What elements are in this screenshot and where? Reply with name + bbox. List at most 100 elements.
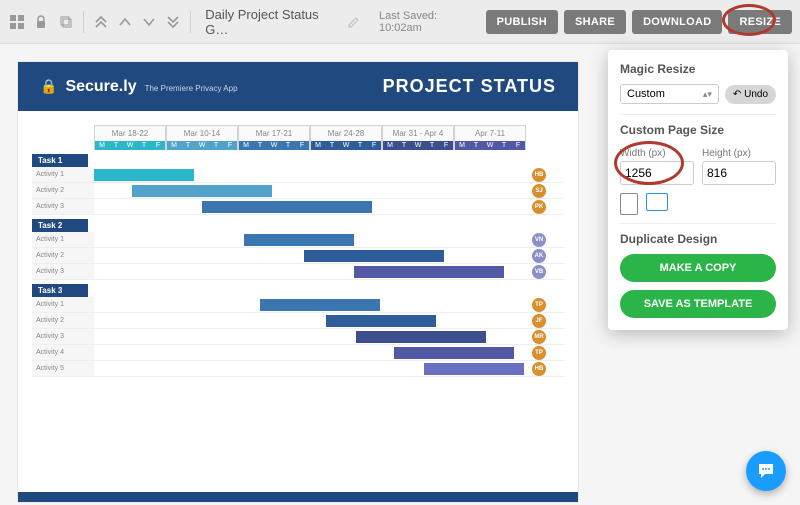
brand-lock-icon: 🔒 [40,78,57,95]
gantt-bar[interactable] [354,266,504,278]
custom-size-heading: Custom Page Size [620,123,776,137]
divider [620,223,776,224]
gantt-bar[interactable] [132,185,272,197]
activity-label: Activity 1 [32,297,94,312]
gantt-header: Mar 18-22MTWTFMar 10-14MTWTFMar 17-21MTW… [94,125,564,150]
day-label: T [325,141,339,150]
day-label: F [439,141,453,150]
orientation-portrait-icon[interactable] [620,193,638,215]
week-label: Mar 18-22 [95,126,165,141]
gantt-row: Activity 4TP [32,345,564,361]
brand-tagline: The Premiere Privacy App [145,84,238,93]
day-label: W [483,141,497,150]
gantt-bar[interactable] [356,331,486,343]
chat-button[interactable] [746,451,786,491]
day-label: W [195,141,209,150]
double-up-icon[interactable] [92,12,110,32]
day-label: W [339,141,353,150]
resize-preset-select[interactable]: Custom▴▾ [620,84,719,104]
doc-title: PROJECT STATUS [383,76,556,97]
gantt-bar[interactable] [394,347,514,359]
lock-icon[interactable] [32,12,50,32]
brand-name: Secure.ly [65,78,136,96]
divider [83,11,84,33]
day-label: M [239,141,253,150]
week-column: Apr 7-11MTWTF [454,125,526,150]
grid-icon[interactable] [8,12,26,32]
week-column: Mar 31 - Apr 4MTWTF [382,125,454,150]
document[interactable]: 🔒 Secure.ly The Premiere Privacy App PRO… [18,62,578,502]
topbar: Daily Project Status G… Last Saved: 10:0… [0,0,800,44]
day-label: T [397,141,411,150]
gantt-row: Activity 5HB [32,361,564,377]
gantt-track [94,167,526,182]
day-label: T [425,141,439,150]
gantt-bar[interactable] [260,299,380,311]
day-label: T [469,141,483,150]
last-saved: Last Saved: 10:02am [379,10,474,34]
activity-label: Activity 1 [32,167,94,182]
assignee-badge: TP [532,298,546,312]
gantt-track [94,361,526,376]
divider [190,11,191,33]
down-icon[interactable] [140,12,158,32]
copy-icon[interactable] [56,12,74,32]
height-input[interactable] [702,161,776,185]
gantt-track [94,199,526,214]
week-label: Mar 17-21 [239,126,309,141]
up-icon[interactable] [116,12,134,32]
assignee-badge: JF [532,314,546,328]
doc-header: 🔒 Secure.ly The Premiere Privacy App PRO… [18,62,578,111]
resize-button[interactable]: RESIZE [728,10,792,34]
gantt-row: Activity 3VB [32,264,564,280]
day-label: T [209,141,223,150]
day-label: W [267,141,281,150]
week-label: Mar 10-14 [167,126,237,141]
edit-icon[interactable] [345,12,363,32]
gantt-bar[interactable] [94,169,194,181]
gantt-row: Activity 3PK [32,199,564,215]
share-button[interactable]: SHARE [564,10,626,34]
task-section-header: Task 2 [32,219,88,232]
gantt-row: Activity 2AK [32,248,564,264]
day-label: M [311,141,325,150]
assignee-badge: HB [532,168,546,182]
gantt-bar[interactable] [424,363,524,375]
double-down-icon[interactable] [164,12,182,32]
gantt-track [94,329,526,344]
assignee-badge: HB [532,362,546,376]
day-label: T [497,141,511,150]
week-label: Mar 31 - Apr 4 [383,126,453,141]
activity-label: Activity 2 [32,183,94,198]
save-template-button[interactable]: SAVE AS TEMPLATE [620,290,776,318]
day-label: W [123,141,137,150]
gantt-track [94,313,526,328]
download-button[interactable]: DOWNLOAD [632,10,722,34]
gantt-row: Activity 2 SJ [32,183,564,199]
gantt-bar[interactable] [244,234,354,246]
task-section-header: Task 1 [32,154,88,167]
gantt-bar[interactable] [304,250,444,262]
assignee-badge: MR [532,330,546,344]
day-label: F [511,141,525,150]
gantt-track [94,248,526,263]
gantt-row: Activity 1 HB [32,167,564,183]
orientation-landscape-icon[interactable] [646,193,668,211]
gantt-bar[interactable] [326,315,436,327]
day-label: T [353,141,367,150]
publish-button[interactable]: PUBLISH [486,10,558,34]
day-label: T [181,141,195,150]
week-column: Mar 17-21MTWTF [238,125,310,150]
undo-button[interactable]: ↶ Undo [725,85,776,104]
resize-panel: Magic Resize Custom▴▾ ↶ Undo Custom Page… [608,50,788,330]
height-label: Height (px) [702,148,751,159]
make-copy-button[interactable]: MAKE A COPY [620,254,776,282]
width-input[interactable] [620,161,694,185]
day-label: T [109,141,123,150]
assignee-badge: SJ [532,184,546,198]
day-label: F [295,141,309,150]
day-label: T [137,141,151,150]
width-label: Width (px) [620,148,666,159]
day-label: M [167,141,181,150]
gantt-bar[interactable] [202,201,372,213]
